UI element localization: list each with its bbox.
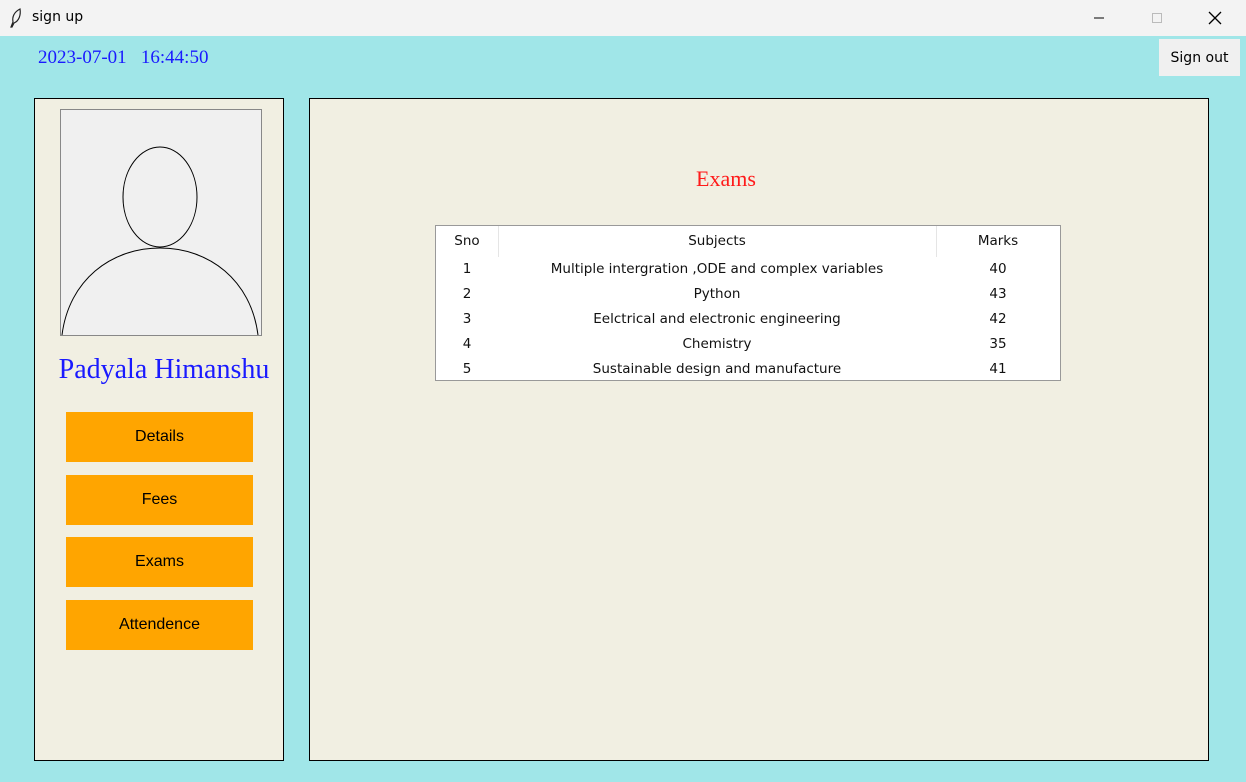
attendence-button[interactable]: Attendence [66,600,253,650]
time-text: 16:44:50 [140,47,209,68]
column-header-subjects[interactable]: Subjects [498,226,937,257]
details-button[interactable]: Details [66,412,253,462]
subject-cell: Multiple intergration ,ODE and complex v… [550,261,884,277]
marks-cell: 41 [989,361,1007,377]
close-icon [1208,11,1222,25]
subject-cell: Sustainable design and manufacture [592,361,842,377]
datetime-display: 2023-07-01 16:44:50 [38,47,208,69]
marks-cell: 42 [989,311,1007,327]
table-row[interactable]: 5 Sustainable design and manufacture 41 [436,357,1060,382]
subject-cell: Eelctrical and electronic engineering [593,311,841,327]
marks-cell: 43 [989,286,1007,302]
sno-cell: 5 [462,361,472,377]
subject-cell: Chemistry [682,336,752,352]
title-bar: sign up [0,0,1246,36]
fees-button[interactable]: Fees [66,475,253,525]
close-button[interactable] [1192,0,1238,36]
window-title: sign up [32,9,84,25]
table-header: Sno Subjects Marks [436,226,1060,257]
maximize-button[interactable] [1134,0,1180,36]
subject-cell: Python [693,286,741,302]
table-row[interactable]: 3 Eelctrical and electronic engineering … [436,307,1060,332]
table-row[interactable]: 1 Multiple intergration ,ODE and complex… [436,257,1060,282]
sno-cell: 1 [462,261,472,277]
feather-icon [10,8,22,28]
marks-cell: 35 [989,336,1007,352]
sno-cell: 4 [462,336,472,352]
sign-out-button[interactable]: Sign out [1159,39,1240,76]
minimize-icon [1094,17,1104,19]
marks-cell: 40 [989,261,1007,277]
exams-table[interactable]: Sno Subjects Marks 1 Multiple intergrati… [435,225,1061,381]
column-header-sno[interactable]: Sno [436,226,499,257]
sno-cell: 2 [462,286,472,302]
table-row[interactable]: 2 Python 43 [436,282,1060,307]
avatar [60,109,262,336]
user-silhouette-icon [61,146,259,336]
date-text: 2023-07-01 [38,47,127,68]
maximize-icon [1152,13,1162,23]
sno-cell: 3 [462,311,472,327]
main-panel [309,98,1209,761]
page-title: Exams [696,166,756,191]
table-row[interactable]: 4 Chemistry 35 [436,332,1060,357]
user-name: Padyala Himanshu [58,354,270,385]
column-header-marks[interactable]: Marks [936,226,1060,257]
exams-button[interactable]: Exams [66,537,253,587]
minimize-button[interactable] [1076,0,1122,36]
